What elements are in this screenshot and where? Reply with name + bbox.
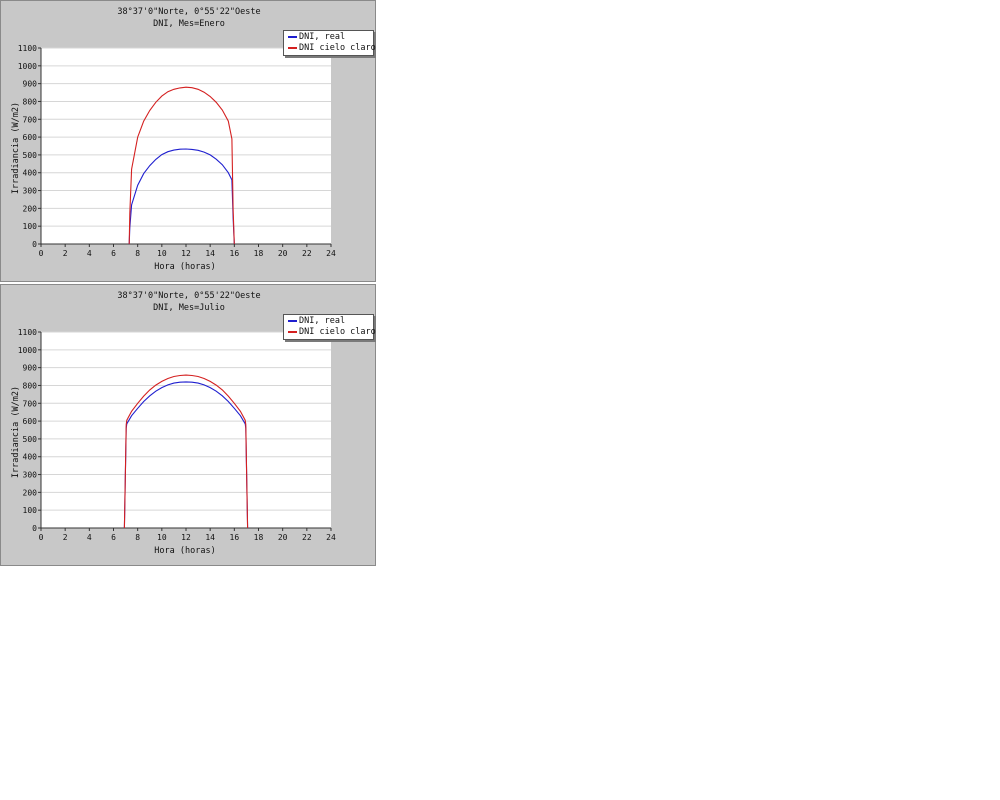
x-tick-label: 0 — [39, 249, 44, 258]
x-tick-label: 8 — [135, 249, 140, 258]
legend-swatch-real — [288, 35, 297, 38]
y-axis-label: Irradiancia (W/m2) — [11, 385, 21, 479]
legend-swatch-real — [288, 319, 297, 322]
legend-label-real: DNI, real — [299, 32, 346, 42]
y-tick-label: 0 — [32, 524, 37, 533]
x-tick-label: 18 — [254, 533, 264, 542]
chart-legend: DNI, real DNI cielo claro — [283, 314, 376, 340]
y-tick-label: 1000 — [18, 346, 37, 355]
y-tick-label: 0 — [32, 240, 37, 249]
y-tick-label: 100 — [23, 506, 38, 515]
legend-label-real: DNI, real — [299, 316, 346, 326]
plot-area — [41, 48, 331, 244]
x-axis-label: Hora (horas) — [154, 546, 216, 556]
x-tick-label: 10 — [157, 533, 167, 542]
y-tick-label: 1100 — [18, 44, 37, 53]
y-tick-label: 600 — [23, 417, 38, 426]
y-tick-label: 1000 — [18, 62, 37, 71]
legend-item-cielo-claro: DNI cielo claro — [288, 43, 376, 54]
y-tick-label: 800 — [23, 97, 38, 106]
legend-label-cielo-claro: DNI cielo claro — [299, 43, 376, 53]
x-tick-label: 8 — [135, 533, 140, 542]
legend-item-cielo-claro: DNI cielo claro — [288, 327, 376, 338]
x-tick-label: 4 — [87, 533, 92, 542]
x-tick-label: 16 — [230, 249, 240, 258]
x-tick-label: 6 — [111, 533, 116, 542]
x-tick-label: 20 — [278, 533, 288, 542]
x-axis-label: Hora (horas) — [154, 262, 216, 272]
legend-item-real: DNI, real — [288, 32, 345, 43]
x-tick-label: 4 — [87, 249, 92, 258]
y-axis-label: Irradiancia (W/m2) — [11, 101, 21, 195]
x-tick-label: 0 — [39, 533, 44, 542]
legend-swatch-cielo-claro — [288, 330, 297, 333]
y-tick-label: 500 — [23, 151, 38, 160]
x-tick-label: 22 — [302, 533, 312, 542]
y-tick-label: 900 — [23, 364, 38, 373]
plot-area — [41, 332, 331, 528]
x-tick-label: 20 — [278, 249, 288, 258]
x-tick-label: 2 — [63, 533, 68, 542]
x-tick-label: 16 — [230, 533, 240, 542]
chart-panel-enero: 38°37'0"Norte, 0°55'22"Oeste DNI, Mes=En… — [0, 0, 376, 282]
legend-swatch-cielo-claro — [288, 46, 297, 49]
x-tick-label: 2 — [63, 249, 68, 258]
x-tick-label: 24 — [326, 249, 336, 258]
chart-legend: DNI, real DNI cielo claro — [283, 30, 376, 56]
y-tick-label: 1100 — [18, 328, 37, 337]
x-tick-label: 10 — [157, 249, 167, 258]
chart-panel-julio: 38°37'0"Norte, 0°55'22"Oeste DNI, Mes=Ju… — [0, 284, 376, 566]
y-tick-label: 900 — [23, 80, 38, 89]
y-tick-label: 100 — [23, 222, 38, 231]
y-tick-label: 200 — [23, 204, 38, 213]
y-tick-label: 300 — [23, 187, 38, 196]
legend-label-cielo-claro: DNI cielo claro — [299, 327, 376, 337]
x-tick-label: 22 — [302, 249, 312, 258]
y-tick-label: 400 — [23, 169, 38, 178]
legend-item-real: DNI, real — [288, 316, 345, 327]
y-tick-label: 700 — [23, 399, 38, 408]
x-tick-label: 12 — [181, 533, 191, 542]
y-tick-label: 300 — [23, 471, 38, 480]
x-tick-label: 12 — [181, 249, 191, 258]
y-tick-label: 500 — [23, 435, 38, 444]
x-tick-label: 6 — [111, 249, 116, 258]
x-tick-label: 24 — [326, 533, 336, 542]
y-tick-label: 600 — [23, 133, 38, 142]
y-tick-label: 200 — [23, 488, 38, 497]
x-tick-label: 18 — [254, 249, 264, 258]
y-tick-label: 400 — [23, 453, 38, 462]
y-tick-label: 800 — [23, 381, 38, 390]
y-tick-label: 700 — [23, 115, 38, 124]
x-tick-label: 14 — [205, 533, 215, 542]
x-tick-label: 14 — [205, 249, 215, 258]
